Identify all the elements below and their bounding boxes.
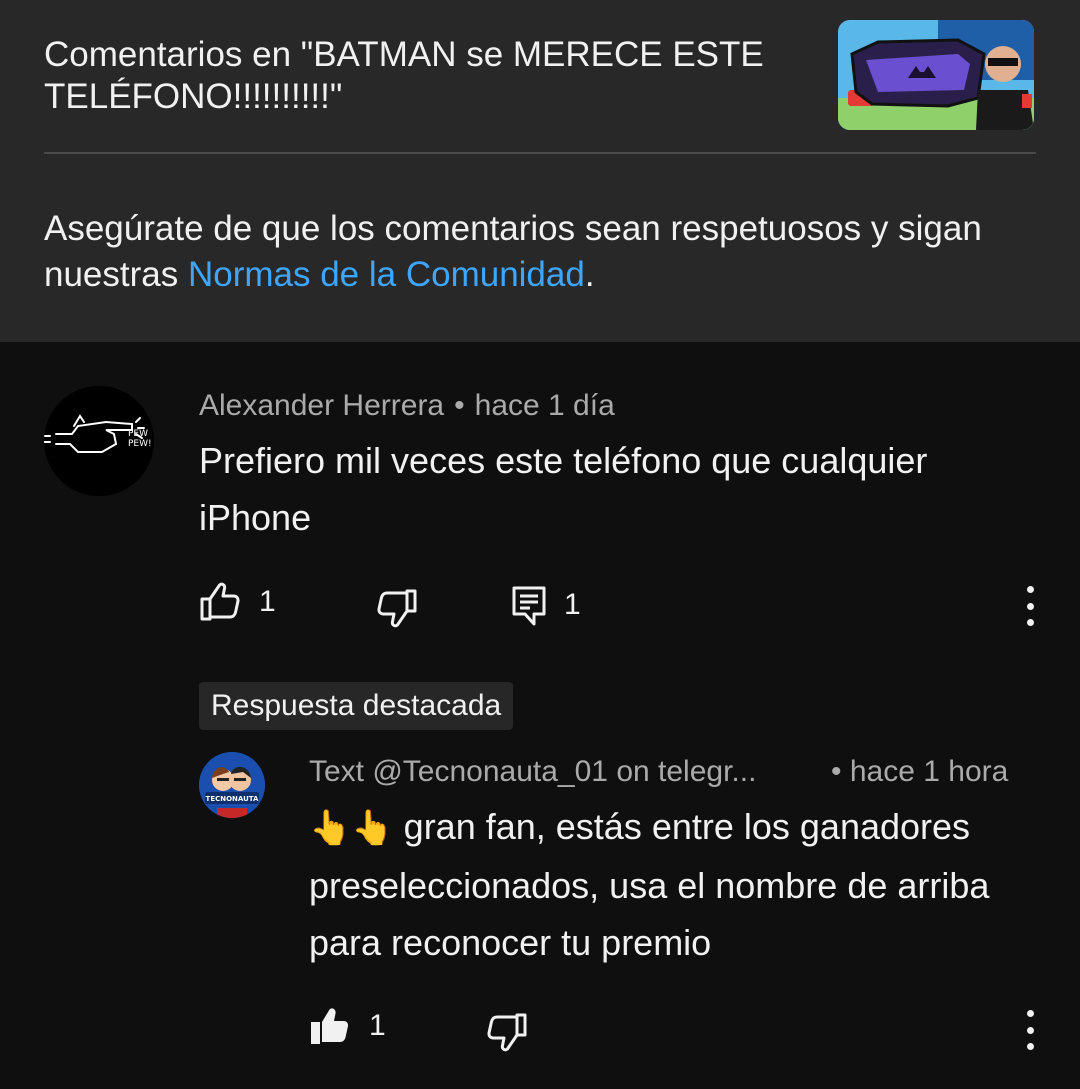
more-vert-icon[interactable] xyxy=(1020,586,1040,626)
video-title: Comentarios en "BATMAN se MERECE ESTE TE… xyxy=(44,35,764,116)
thumbs-down-icon xyxy=(487,1013,527,1052)
comment-meta: Alexander Herrera • hace 1 día xyxy=(199,388,615,424)
guidelines-period: . xyxy=(584,255,595,294)
reply-timestamp: hace 1 hora xyxy=(849,755,1009,788)
reply-text: 👆👆 gran fan, estás entre los ganadores p… xyxy=(309,798,1049,971)
thumbs-down-icon xyxy=(377,589,417,628)
reply-author-avatar[interactable]: TECNONAUTA xyxy=(199,752,265,818)
meta-separator: • xyxy=(454,389,465,422)
pointing-up-emoji: 👆👆 xyxy=(309,808,394,848)
like-count: 1 xyxy=(259,585,276,618)
avatar-text: TECNONAUTA xyxy=(206,795,259,803)
more-dot xyxy=(1026,602,1034,610)
more-dot xyxy=(1026,1043,1034,1050)
pinned-reply-badge: Respuesta destacada xyxy=(199,682,514,730)
dislike-button[interactable] xyxy=(376,588,418,628)
comment-author-avatar[interactable]: PEW PEW! xyxy=(44,386,154,496)
more-vert-icon[interactable] xyxy=(1020,1010,1040,1050)
reply-like-count: 1 xyxy=(369,1009,386,1042)
community-guidelines-link[interactable]: Normas de la Comunidad xyxy=(188,255,585,294)
more-dot xyxy=(1026,1010,1034,1017)
community-guidelines-notice: Asegúrate de que los comentarios sean re… xyxy=(44,206,1034,298)
svg-text:PEW!: PEW! xyxy=(128,439,152,449)
thumbs-up-filled-icon xyxy=(311,1008,349,1044)
header-divider xyxy=(44,152,1036,154)
reply-button[interactable]: 1 xyxy=(512,584,581,626)
reply-body: gran fan, estás entre los ganadores pres… xyxy=(309,806,990,963)
svg-text:PEW: PEW xyxy=(128,429,148,439)
reply-meta: Text @Tecnonauta_01 on telegr... • hace … xyxy=(309,754,1029,790)
more-dot xyxy=(1026,586,1034,593)
more-dot xyxy=(1026,619,1034,626)
reply-like-button[interactable]: 1 xyxy=(309,1006,386,1046)
meta-separator: • xyxy=(831,755,842,788)
like-button[interactable]: 1 xyxy=(199,582,276,622)
comment-author[interactable]: Alexander Herrera xyxy=(199,389,444,422)
thumbs-up-icon xyxy=(200,582,240,621)
comment-text: Prefiero mil veces este teléfono que cua… xyxy=(199,440,928,538)
comment-icon xyxy=(512,586,546,626)
reply-dislike-button[interactable] xyxy=(486,1012,528,1052)
more-dot xyxy=(1026,1026,1034,1034)
video-thumbnail[interactable] xyxy=(838,20,1034,130)
reply-count: 1 xyxy=(564,588,581,621)
reply-author[interactable]: Text @Tecnonauta_01 on telegr... xyxy=(309,755,756,788)
comment-timestamp: hace 1 día xyxy=(474,389,615,422)
comments-header: Comentarios en "BATMAN se MERECE ESTE TE… xyxy=(0,0,1080,342)
